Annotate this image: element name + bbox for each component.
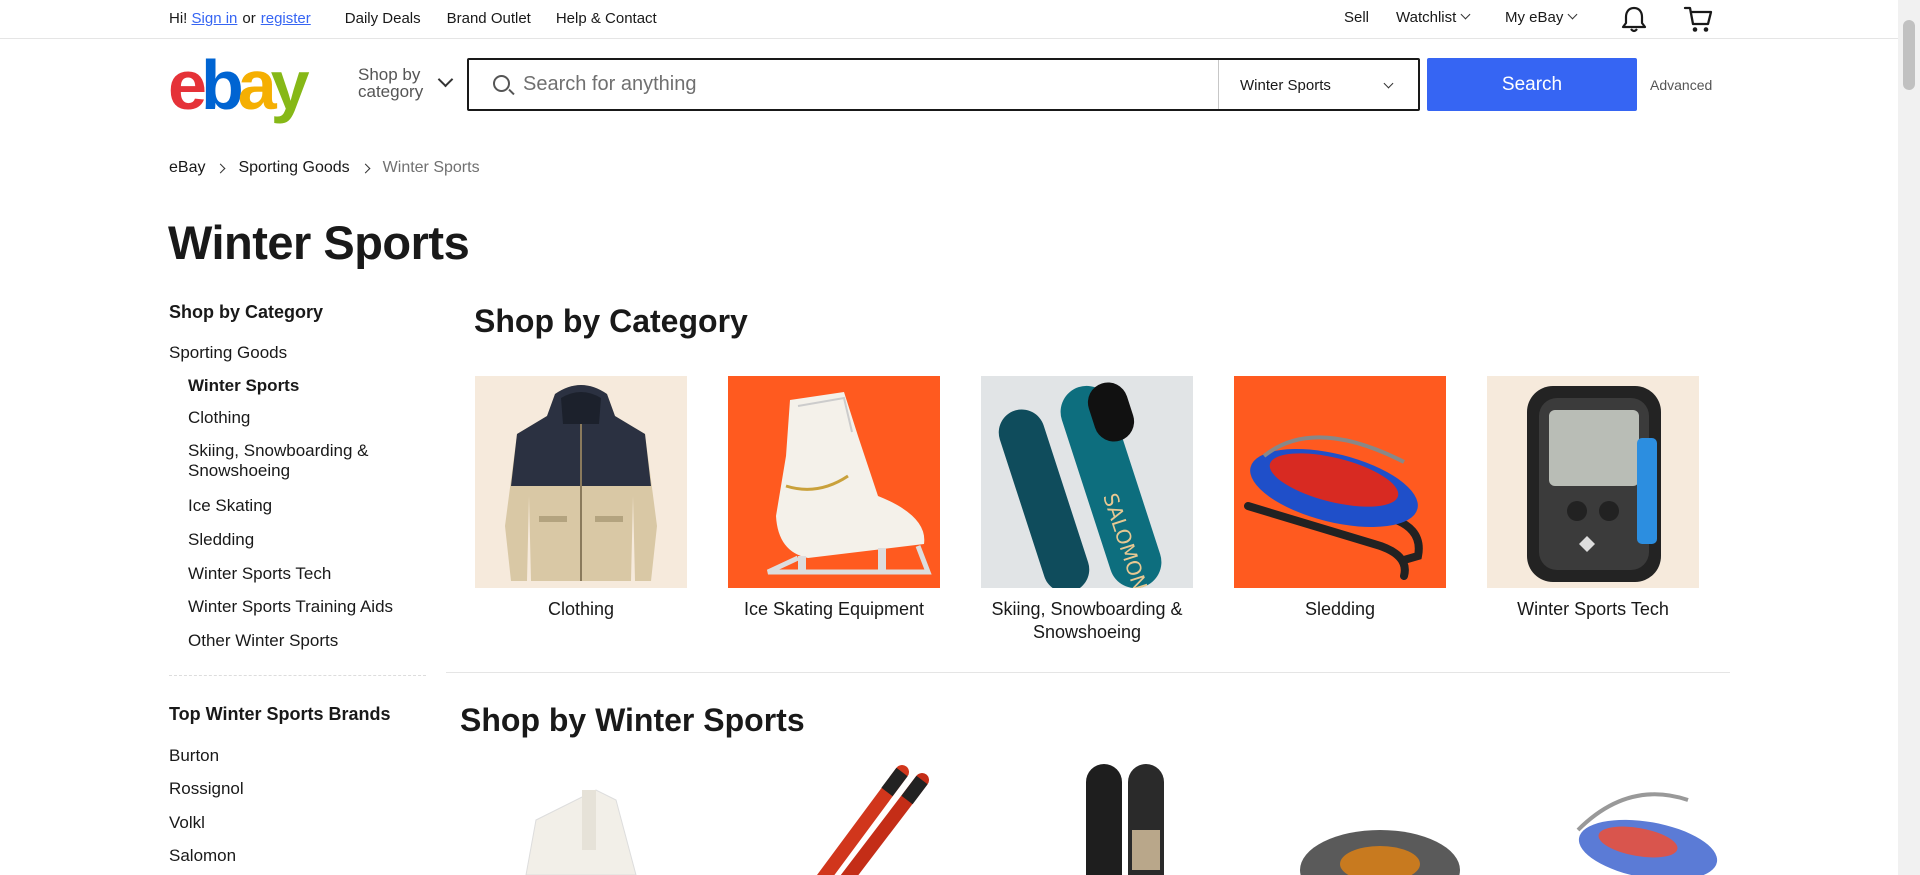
sidebar-item-sledding[interactable]: Sledding — [188, 530, 254, 550]
search-button[interactable]: Search — [1427, 58, 1637, 111]
register-link[interactable]: register — [261, 10, 311, 27]
ebay-logo[interactable]: ebay — [168, 50, 310, 120]
brand-outlet-link[interactable]: Brand Outlet — [447, 10, 531, 27]
sidebar-item-other-winter-sports[interactable]: Other Winter Sports — [188, 631, 338, 651]
category-label: category — [358, 82, 424, 101]
scrollbar-thumb[interactable] — [1903, 20, 1915, 90]
logo-letter-b: b — [200, 46, 244, 124]
breadcrumb-current: Winter Sports — [382, 159, 480, 176]
sidebar-item-skiing[interactable]: Skiing, Snowboarding & Snowshoeing — [188, 441, 403, 481]
category-label: Skiing, Snowboarding & Snowshoeing — [991, 599, 1183, 642]
chevron-down-icon — [1460, 9, 1471, 20]
chevron-right-icon — [216, 163, 226, 173]
jacket-image — [475, 376, 687, 588]
chevron-down-icon — [1567, 9, 1578, 20]
notification-bell-icon[interactable] — [1621, 5, 1647, 33]
breadcrumb-sporting-goods[interactable]: Sporting Goods — [238, 159, 349, 177]
watchlist-label: Watchlist — [1396, 9, 1457, 26]
sign-in-link[interactable]: Sign in — [192, 10, 238, 27]
advanced-search-link[interactable]: Advanced — [1650, 77, 1712, 93]
snowboard-image: SALOMON — [981, 376, 1193, 588]
logo-letter-e: e — [168, 46, 207, 124]
breadcrumb: eBay Sporting Goods Winter Sports — [169, 159, 480, 177]
greeting-text: Hi! — [169, 10, 188, 27]
shop-by-category-title: Shop by Category — [474, 303, 748, 339]
category-tile-clothing[interactable]: Clothing — [475, 376, 687, 621]
sport-tile-snowboarding[interactable] — [1020, 760, 1220, 875]
brands-heading: Top Winter Sports Brands — [169, 704, 391, 724]
sidebar-heading: Shop by Category — [169, 302, 324, 322]
category-select-value: Winter Sports — [1240, 77, 1331, 94]
avalanche-beacon-image — [1487, 376, 1699, 588]
category-tile-ice-skating[interactable]: Ice Skating Equipment — [728, 376, 940, 621]
sport-tile-ice-skating[interactable] — [486, 760, 686, 875]
category-tile-skiing-snowboarding[interactable]: SALOMON Skiing, Snowboarding & Snowshoei… — [981, 376, 1193, 644]
category-label: Ice Skating Equipment — [743, 599, 925, 619]
sled-image — [1234, 376, 1446, 588]
daily-deals-link[interactable]: Daily Deals — [345, 10, 421, 27]
snowboards-image — [1020, 760, 1220, 875]
page-title: Winter Sports — [168, 216, 470, 269]
skis-image — [752, 760, 952, 875]
brand-salomon[interactable]: Salomon — [169, 846, 236, 866]
chevron-down-icon — [1383, 78, 1394, 89]
sidebar-divider — [169, 675, 426, 676]
sport-tile-skiing[interactable] — [752, 760, 952, 875]
logo-letter-y: y — [270, 46, 310, 124]
or-text: or — [242, 10, 256, 27]
sidebar-item-ice-skating[interactable]: Ice Skating — [188, 496, 272, 516]
section-divider — [446, 672, 1730, 673]
sled-image — [1558, 760, 1758, 875]
category-select[interactable]: Winter Sports — [1218, 60, 1418, 109]
logo-letter-a: a — [237, 46, 277, 124]
shop-by-category-button[interactable]: Shop by category — [358, 65, 454, 101]
sidebar-item-training-aids[interactable]: Winter Sports Training Aids — [188, 597, 393, 617]
sell-label: Sell — [1344, 9, 1370, 26]
category-tile-winter-sports-tech[interactable]: Winter Sports Tech — [1487, 376, 1699, 621]
top-left-links: Hi! Sign in or register Daily Deals Bran… — [169, 10, 657, 27]
brand-volkl[interactable]: Volkl — [169, 813, 205, 833]
page-scrollbar[interactable] — [1898, 0, 1920, 875]
sidebar-item-winter-sports-tech[interactable]: Winter Sports Tech — [188, 564, 331, 584]
shop-by-label: Shop by — [358, 65, 421, 84]
search-input[interactable] — [523, 60, 1203, 109]
help-contact-link[interactable]: Help & Contact — [556, 10, 657, 27]
my-ebay-menu[interactable]: My eBay — [1505, 9, 1578, 26]
cart-icon[interactable] — [1683, 5, 1713, 33]
ice-skate-image — [486, 760, 686, 875]
snowshoe-image — [1290, 760, 1490, 875]
shop-by-winter-sports-title: Shop by Winter Sports — [460, 702, 805, 738]
sidebar-item-clothing[interactable]: Clothing — [188, 408, 250, 428]
top-utility-bar: Hi! Sign in or register Daily Deals Bran… — [0, 0, 1898, 39]
ice-skate-image — [728, 376, 940, 588]
sell-link[interactable]: Sell — [1344, 9, 1369, 26]
my-ebay-label: My eBay — [1505, 9, 1564, 26]
chevron-down-icon — [437, 71, 454, 88]
brand-rossignol[interactable]: Rossignol — [169, 779, 244, 799]
category-label: Winter Sports Tech — [1517, 599, 1669, 619]
category-label: Sledding — [1304, 599, 1376, 619]
breadcrumb-ebay[interactable]: eBay — [169, 159, 205, 177]
sidebar-item-winter-sports: Winter Sports — [188, 376, 300, 395]
brand-burton[interactable]: Burton — [169, 746, 219, 766]
category-label: Clothing — [547, 599, 615, 619]
search-bar: Winter Sports — [467, 58, 1420, 111]
sidebar-item-sporting-goods[interactable]: Sporting Goods — [169, 343, 287, 363]
category-tile-sledding[interactable]: Sledding — [1234, 376, 1446, 621]
search-icon — [493, 75, 510, 92]
chevron-right-icon — [360, 163, 371, 173]
watchlist-menu[interactable]: Watchlist — [1396, 9, 1471, 26]
sport-tile-snowshoeing[interactable] — [1290, 760, 1490, 875]
sport-tile-sledding[interactable] — [1558, 760, 1758, 875]
